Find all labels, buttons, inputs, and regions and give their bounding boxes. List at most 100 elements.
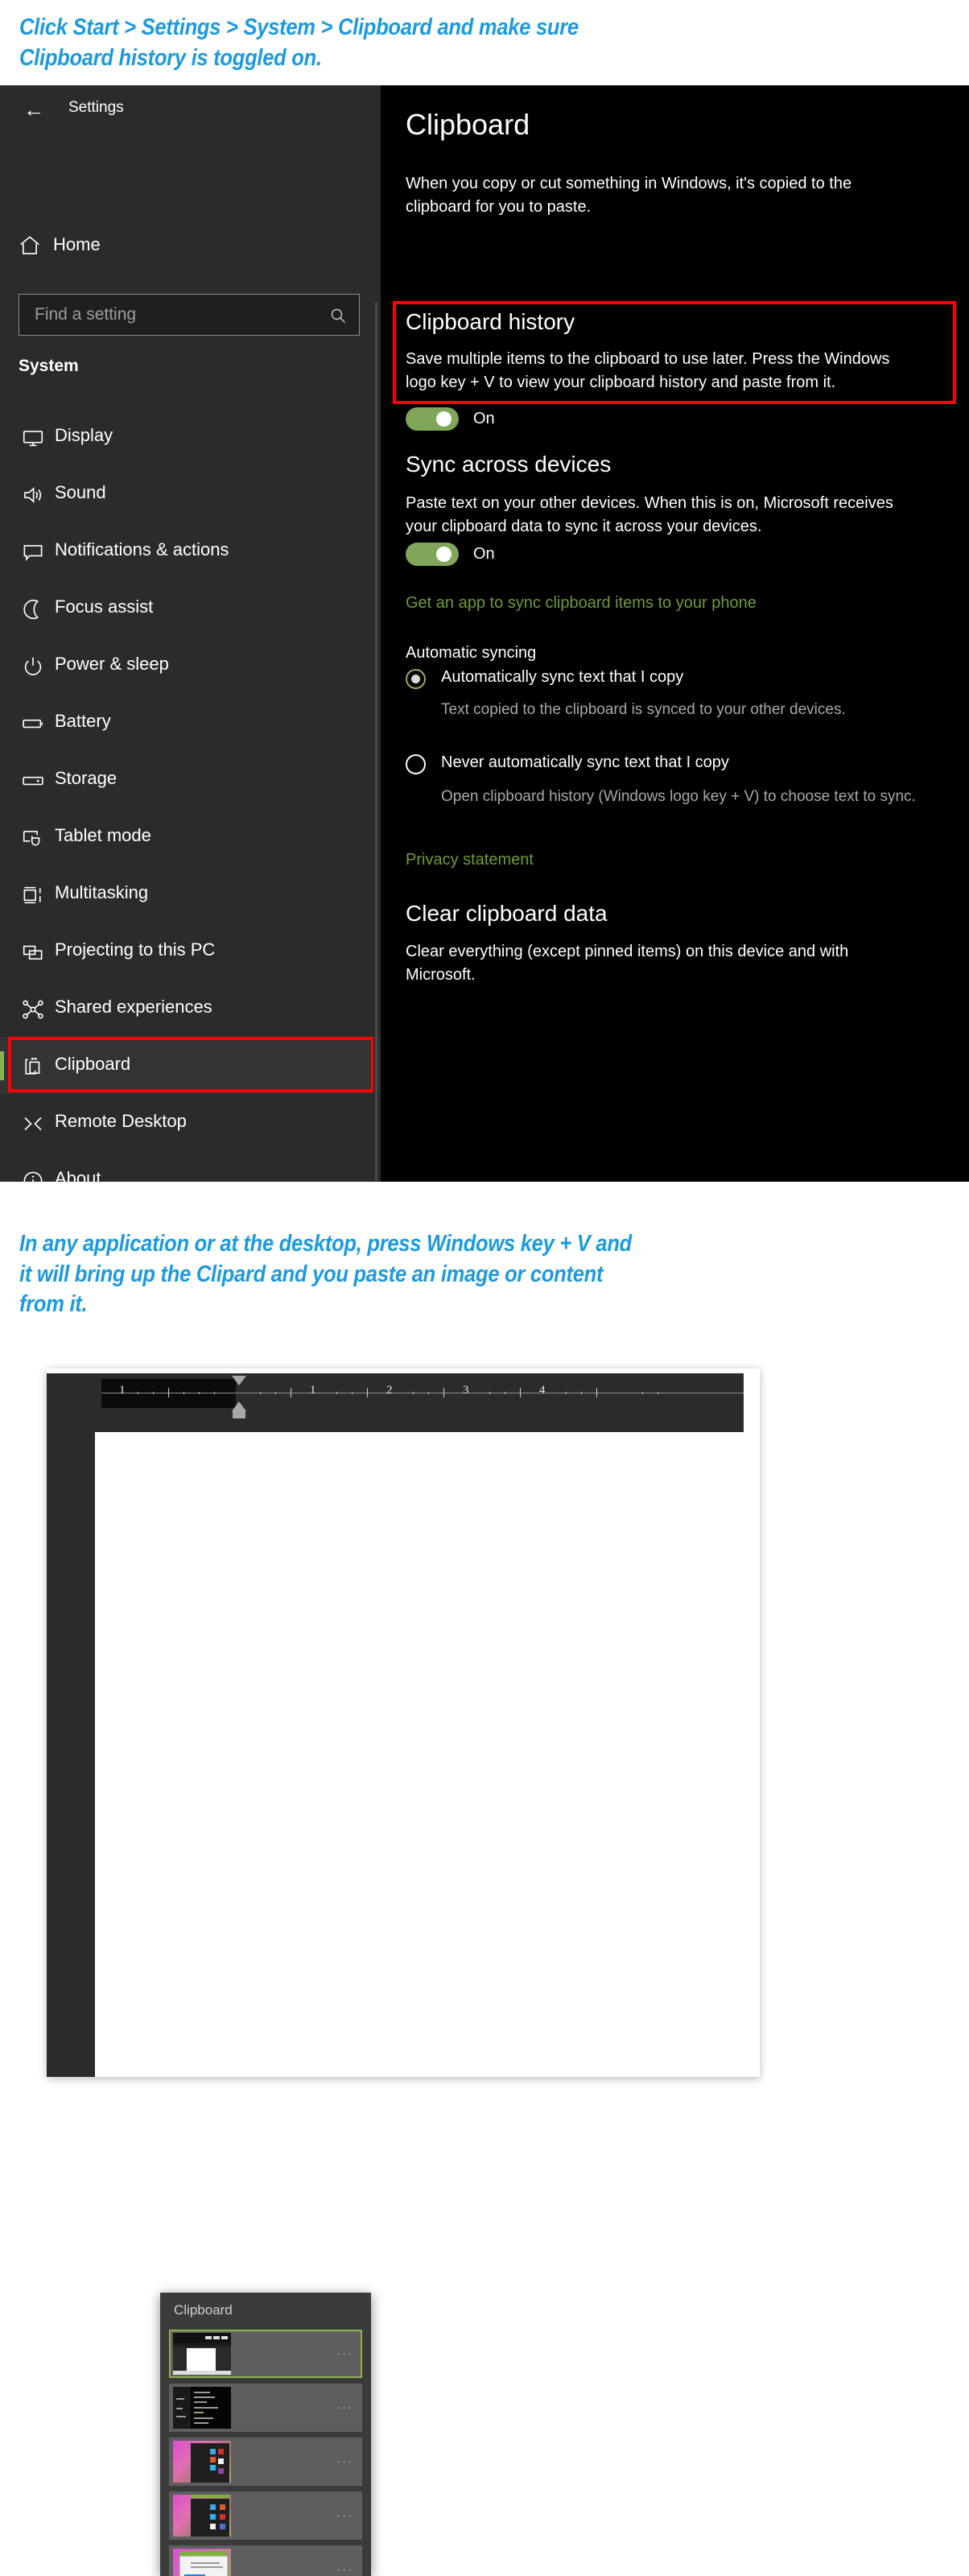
speaker-icon [21,483,45,507]
toggle-knob [436,547,452,562]
sidebar-item-clipboard[interactable]: Clipboard [0,1037,381,1094]
ruler-number: 2 [386,1384,393,1397]
ellipsis-icon[interactable]: ··· [336,2348,354,2359]
start-menu-thumbnail-2 [173,2495,231,2537]
clipboard-flyout-title: Clipboard [174,2302,233,2318]
settings-window-screenshot: ← Settings Home Find a setting System Di… [0,85,969,1182]
sidebar-item-focus-assist-label: Focus assist [55,597,154,617]
clear-clipboard-data-heading: Clear clipboard data [406,901,608,926]
power-icon [21,654,45,679]
sidebar-item-about[interactable]: About [0,1151,381,1182]
clipboard-item[interactable]: ··· [169,2491,362,2540]
clipboard-item[interactable]: ··· [169,2384,362,2432]
search-input[interactable]: Find a setting [19,294,360,336]
sync-across-devices-description: Paste text on your other devices. When t… [406,494,893,535]
instruction-callout-top: Click Start > Settings > System > Clipbo… [19,14,579,71]
ruler-number: 1 [310,1384,316,1397]
monitor-icon [21,426,45,450]
back-arrow-icon[interactable]: ← [21,97,47,122]
sidebar-item-sound-label: Sound [55,482,106,502]
page-intro-text: When you copy or cut something in Window… [406,175,852,216]
ellipsis-icon[interactable]: ··· [336,2402,354,2413]
clipboard-item[interactable]: ··· [169,2438,362,2486]
sidebar-item-notifications-label: Notifications & actions [55,539,229,559]
privacy-statement-link[interactable]: Privacy statement [406,851,534,869]
sidebar-item-power-sleep-label: Power & sleep [55,654,169,674]
sidebar-item-projecting-label: Projecting to this PC [55,939,216,960]
ruler-left-indent-marker[interactable] [233,1411,245,1418]
sidebar-item-sound[interactable]: Sound [0,465,381,522]
sync-toggle-state: On [473,545,495,563]
code-editor-thumbnail [173,2387,231,2429]
sidebar-section-label: System [19,357,79,375]
sidebar-item-projecting[interactable]: Projecting to this PC [0,923,381,980]
sidebar-scrollbar-thumb[interactable] [375,303,377,1180]
clipboard-history-toggle-state: On [473,410,495,427]
sidebar-item-power-sleep[interactable]: Power & sleep [0,637,381,694]
sidebar-item-multitasking-label: Multitasking [55,882,149,902]
settings-titlebar-label: Settings [68,99,124,116]
ellipsis-icon[interactable]: ··· [336,2510,354,2520]
sidebar-item-focus-assist[interactable]: Focus assist [0,580,381,637]
document-page [95,1432,744,2077]
clipboard-history-description: Save multiple items to the clipboard to … [406,350,890,391]
info-icon [21,1169,45,1182]
get-app-sync-link[interactable]: Get an app to sync clipboard items to yo… [406,594,757,613]
settings-main-pane: Clipboard When you copy or cut something… [381,85,969,1182]
radio-never-sync-label: Never automatically sync text that I cop… [441,753,729,771]
clipboard-item[interactable]: ··· [169,2330,362,2378]
multitasking-icon [21,883,45,907]
sync-across-devices-toggle[interactable] [406,543,459,566]
radio-dot [411,675,420,683]
dialog-box-thumbnail [173,2549,231,2576]
instruction-callout-bottom: In any application or at the desktop, pr… [19,1231,632,1318]
sidebar-item-display[interactable]: Display [0,408,381,465]
ruler-number: 3 [463,1384,469,1397]
radio-never-sync-description: Open clipboard history (Windows logo key… [441,788,916,805]
sidebar-item-storage[interactable]: Storage [0,751,381,808]
sidebar-item-home[interactable]: Home [0,227,381,269]
home-icon [18,233,47,262]
ellipsis-icon[interactable]: ··· [336,2564,354,2574]
sidebar-item-notifications[interactable]: Notifications & actions [0,522,381,580]
sidebar-nav-list: Display Sound Notifications & actions Fo… [0,408,381,1182]
ruler-number: 4 [539,1384,546,1397]
share-nodes-icon [21,997,45,1022]
sidebar-item-tablet-mode-label: Tablet mode [55,825,151,845]
sidebar-item-tablet-mode[interactable]: Tablet mode [0,808,381,865]
sidebar-item-battery[interactable]: Battery [0,694,381,751]
sidebar-item-shared-experiences[interactable]: Shared experiences [0,980,381,1037]
clipboard-icon [21,1055,45,1079]
moon-icon [21,597,45,621]
start-menu-thumbnail [173,2441,231,2483]
clipboard-history-flyout: Clipboard ··· ··· ··· ··· ··· [160,2293,371,2576]
automatic-syncing-label: Automatic syncing [406,644,537,662]
clipboard-history-heading: Clipboard history [406,309,575,334]
sidebar-item-clipboard-label: Clipboard [55,1054,131,1074]
projecting-icon [21,940,45,964]
ruler-hanging-indent-marker[interactable] [232,1402,246,1411]
tablet-touch-icon [21,826,45,850]
sidebar-item-multitasking[interactable]: Multitasking [0,865,381,923]
clipboard-items-list: ··· ··· ··· ··· ··· [169,2330,362,2576]
battery-icon [21,712,45,736]
sidebar-item-remote-desktop[interactable]: Remote Desktop [0,1094,381,1151]
sidebar-item-shared-experiences-label: Shared experiences [55,997,212,1017]
sidebar-item-display-label: Display [55,425,113,445]
search-input-placeholder: Find a setting [35,305,137,324]
sync-across-devices-heading: Sync across devices [406,452,612,477]
search-icon [328,306,348,325]
chat-bubble-icon [21,540,45,564]
sidebar-item-battery-label: Battery [55,711,111,731]
document-ruler[interactable]: 1 1 2 3 4 [101,1376,744,1418]
word-document-thumbnail [173,2333,231,2375]
ruler-first-line-indent-marker[interactable] [232,1376,246,1385]
clipboard-history-toggle[interactable] [406,407,459,431]
radio-auto-sync-label: Automatically sync text that I copy [441,668,684,686]
storage-icon [21,769,45,793]
clear-clipboard-data-description: Clear everything (except pinned items) o… [406,943,849,984]
sidebar-item-home-label: Home [53,234,101,254]
clipboard-item[interactable]: ··· [169,2545,362,2576]
settings-sidebar: ← Settings Home Find a setting System Di… [0,85,381,1182]
ellipsis-icon[interactable]: ··· [336,2456,354,2467]
